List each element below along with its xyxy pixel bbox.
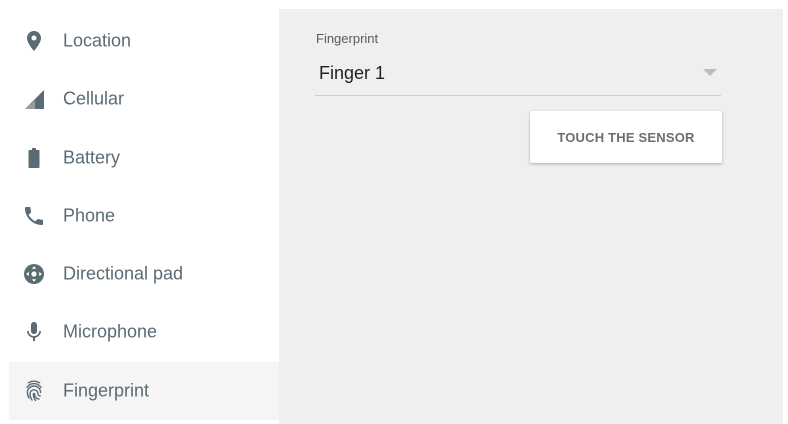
dropdown-arrow-icon (703, 69, 717, 76)
sidebar-item-cellular[interactable]: Cellular (9, 70, 279, 128)
location-pin-icon (27, 31, 41, 51)
phone-icon (25, 207, 43, 225)
touch-sensor-button[interactable]: TOUCH THE SENSOR (530, 111, 722, 163)
cellular-signal-icon (25, 90, 44, 109)
sidebar-item-label: Fingerprint (63, 380, 150, 401)
sidebar-item-fingerprint[interactable]: Fingerprint (9, 362, 279, 420)
sidebar-item-label: Battery (63, 147, 121, 168)
fingerprint-field-label: Fingerprint (316, 31, 379, 46)
sidebar-item-phone[interactable]: Phone (9, 187, 279, 245)
sidebar-item-battery[interactable]: Battery (9, 129, 279, 187)
fingerprint-icon (26, 380, 42, 402)
sidebar-item-label: Phone (63, 205, 116, 226)
dpad-icon (24, 264, 44, 284)
sidebar-item-label: Location (63, 30, 132, 51)
sidebar-item-label: Directional pad (63, 263, 184, 284)
battery-icon (28, 148, 40, 168)
sidebar-item-label: Cellular (63, 88, 125, 109)
microphone-icon (27, 322, 41, 341)
selected-finger-value: Finger 1 (319, 63, 386, 83)
fingerprint-panel: Fingerprint Finger 1 TOUCH THE SENSOR (279, 9, 783, 424)
sidebar-item-microphone[interactable]: Microphone (9, 303, 279, 361)
fingerprint-select[interactable]: Finger 1 (315, 57, 721, 96)
sidebar-item-label: Microphone (63, 321, 158, 342)
sidebar-item-location[interactable]: Location (9, 12, 279, 70)
sidebar-item-directional-pad[interactable]: Directional pad (9, 245, 279, 303)
sidebar: Location Cellular Battery Phone Directio… (0, 0, 279, 424)
